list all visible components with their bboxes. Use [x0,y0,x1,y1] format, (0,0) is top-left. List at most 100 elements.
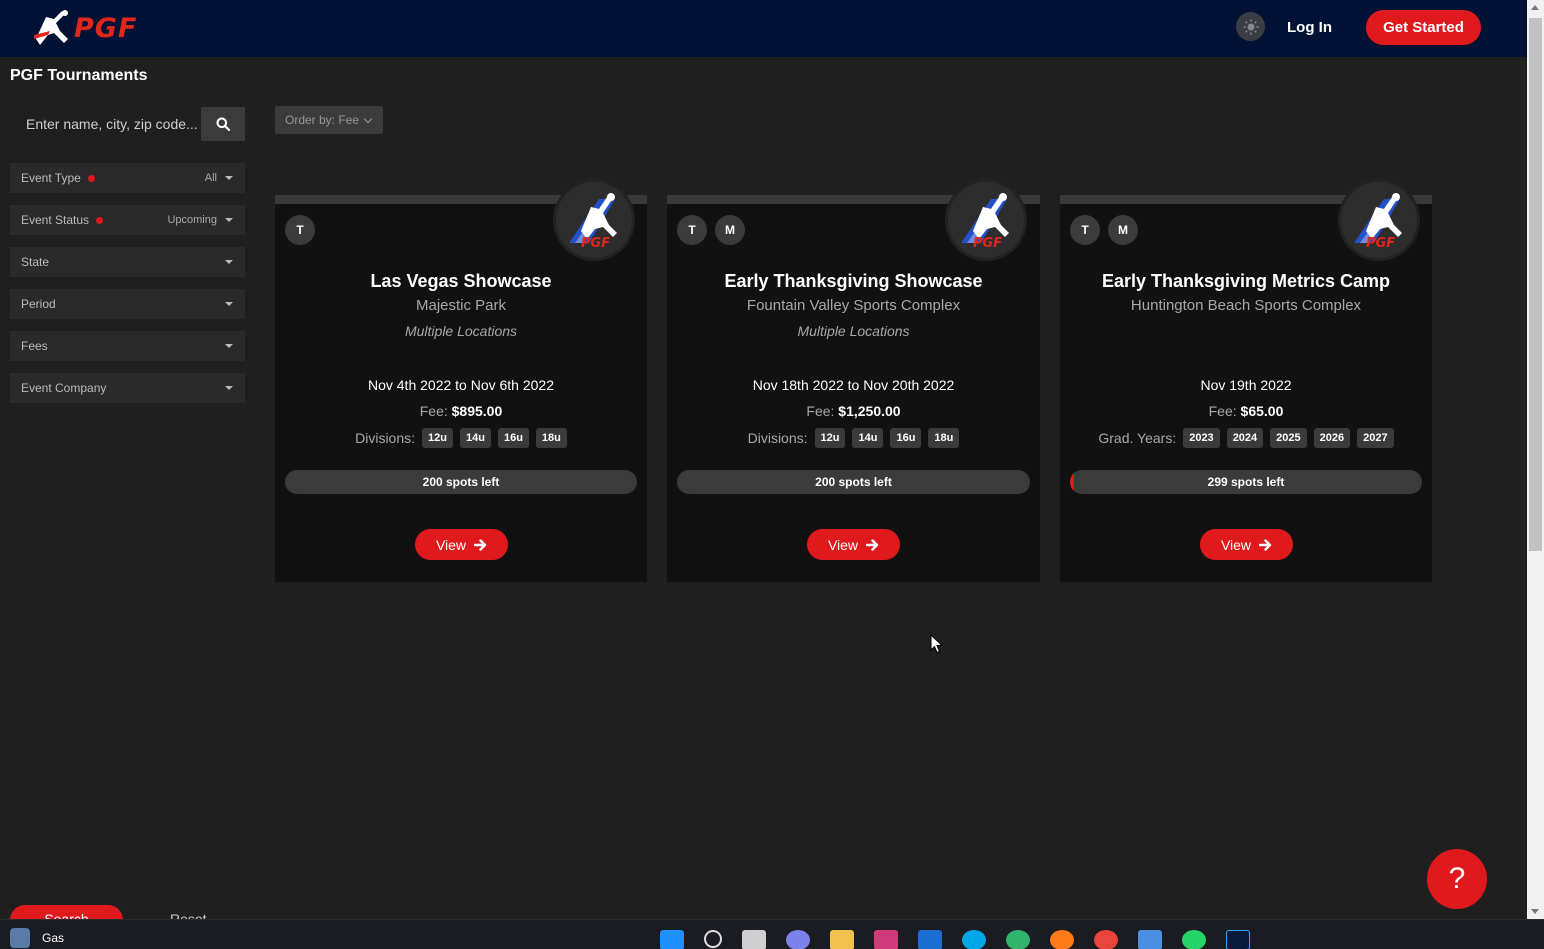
filter-state[interactable]: State [10,247,245,277]
pitcher-logo-icon [34,10,68,45]
weather-icon [10,928,30,948]
filter-label: Event Company [21,381,107,395]
skype-icon[interactable] [962,930,986,949]
division-tag: 12u [422,428,453,448]
event-fee: Fee: $1,250.00 [667,403,1040,419]
event-logo: PGF [1338,179,1420,261]
event-grad-years: Grad. Years: 2023 2024 2025 2026 2027 [1060,428,1432,448]
fee-label: Fee: [806,403,835,419]
event-card: T PGF Las Vegas Showcase Majestic Park M… [275,179,647,582]
scroll-down-arrow-icon[interactable] [1531,909,1539,914]
theme-toggle-button[interactable] [1236,12,1265,41]
windows-start-icon[interactable] [660,930,684,949]
store-icon[interactable] [874,930,898,949]
event-divisions: Divisions: 12u 14u 16u 18u [667,428,1040,448]
chevron-down-icon [225,260,233,264]
top-nav-bar: PGF Log In Get Started [0,0,1527,57]
chevron-down-icon [225,302,233,306]
division-tag: 18u [928,428,960,448]
active-filter-dot [87,175,95,182]
view-event-button[interactable]: View [1200,529,1293,560]
arrow-right-icon [474,538,487,551]
fee-label: Fee: [419,403,448,419]
file-explorer-icon[interactable] [830,930,854,949]
search-icon[interactable] [704,930,722,948]
event-fee: Fee: $65.00 [1060,403,1432,419]
search-icon [216,117,230,131]
divisions-label: Divisions: [747,430,808,446]
spots-left-text: 200 spots left [815,475,892,489]
event-card: T M PGF Early Thanksgiving Showcase Foun… [667,179,1040,582]
teams-icon[interactable] [786,930,810,949]
search-input[interactable] [10,107,201,141]
order-by-label: Order by: Fee [285,113,360,127]
event-venue: Huntington Beach Sports Complex [1130,297,1362,314]
svg-text:PGF: PGF [973,236,1002,251]
order-by-dropdown[interactable]: Order by: Fee [275,106,383,134]
event-dates: Nov 4th 2022 to Nov 6th 2022 [367,377,555,393]
filter-fees[interactable]: Fees [10,331,245,361]
os-taskbar: Gas [0,919,1544,949]
fee-label: Fee: [1208,403,1237,419]
filter-label: State [21,255,50,269]
login-link[interactable]: Log In [1287,19,1332,36]
event-title: Las Vegas Showcase [370,271,552,291]
brand-name: PGF [74,12,138,44]
weather-widget[interactable]: Gas [10,928,64,948]
filter-period[interactable]: Period [10,289,245,319]
filter-label: Event Type [21,171,81,185]
filter-event-type[interactable]: Event Type All [10,163,245,193]
task-view-icon[interactable] [742,930,766,949]
spots-left-bar: 200 spots left [285,470,637,494]
sun-icon [1243,19,1258,34]
badge-metrics: M [1108,215,1138,245]
pgf-pitcher-logo-icon: PGF [1354,193,1402,251]
grad-year-tag: 2024 [1226,428,1264,448]
grad-year-tag: 2027 [1357,428,1394,448]
fee-value: $65.00 [1240,403,1284,419]
badge-tournament: T [1070,215,1100,245]
badge-tournament: T [285,215,315,245]
scrollbar-thumb[interactable] [1529,18,1542,551]
event-fee: Fee: $895.00 [275,403,647,419]
filter-event-company[interactable]: Event Company [10,373,245,403]
event-dates: Nov 19th 2022 [1200,377,1292,393]
help-button[interactable]: ? [1427,849,1487,909]
photoshop-icon[interactable] [1226,930,1250,949]
chevron-down-icon [225,218,233,222]
pgf-logo[interactable]: PGF [32,8,158,48]
filter-label: Period [21,297,56,311]
view-event-button[interactable]: View [415,529,508,560]
view-label: View [1220,536,1252,553]
view-event-button[interactable]: View [807,529,900,560]
view-label: View [435,536,467,553]
grad-years-label: Grad. Years: [1098,430,1177,446]
division-tag: 18u [535,428,567,448]
page-title: PGF Tournaments [10,67,148,84]
arrow-right-icon [866,538,879,551]
mouse-cursor-icon [930,634,943,654]
filter-label: Event Status [21,213,90,227]
chevron-down-icon [225,386,233,390]
firefox-icon[interactable] [1050,930,1074,949]
get-started-button[interactable]: Get Started [1366,10,1481,45]
filter-event-status[interactable]: Event Status Upcoming [10,205,245,235]
whatsapp-icon[interactable] [1182,930,1206,949]
svg-text:PGF: PGF [581,236,610,251]
division-tag: 14u [459,428,491,448]
search-submit-button[interactable] [201,107,245,141]
event-venue: Majestic Park [415,297,507,314]
event-divisions: Divisions: 12u 14u 16u 18u [275,428,647,448]
event-dates: Nov 18th 2022 to Nov 20th 2022 [752,377,955,393]
edge-icon[interactable] [1006,930,1030,949]
chevron-down-icon [363,114,373,123]
sublime-icon[interactable] [1138,930,1162,949]
chrome-icon[interactable] [1094,930,1118,949]
mail-icon[interactable] [918,930,942,949]
view-label: View [827,536,859,553]
pgf-pitcher-logo-icon: PGF [569,193,617,251]
fee-value: $895.00 [451,403,503,419]
spots-left-bar: 200 spots left [677,470,1030,494]
scroll-up-arrow-icon[interactable] [1531,5,1539,10]
spots-left-text: 299 spots left [1207,475,1285,489]
